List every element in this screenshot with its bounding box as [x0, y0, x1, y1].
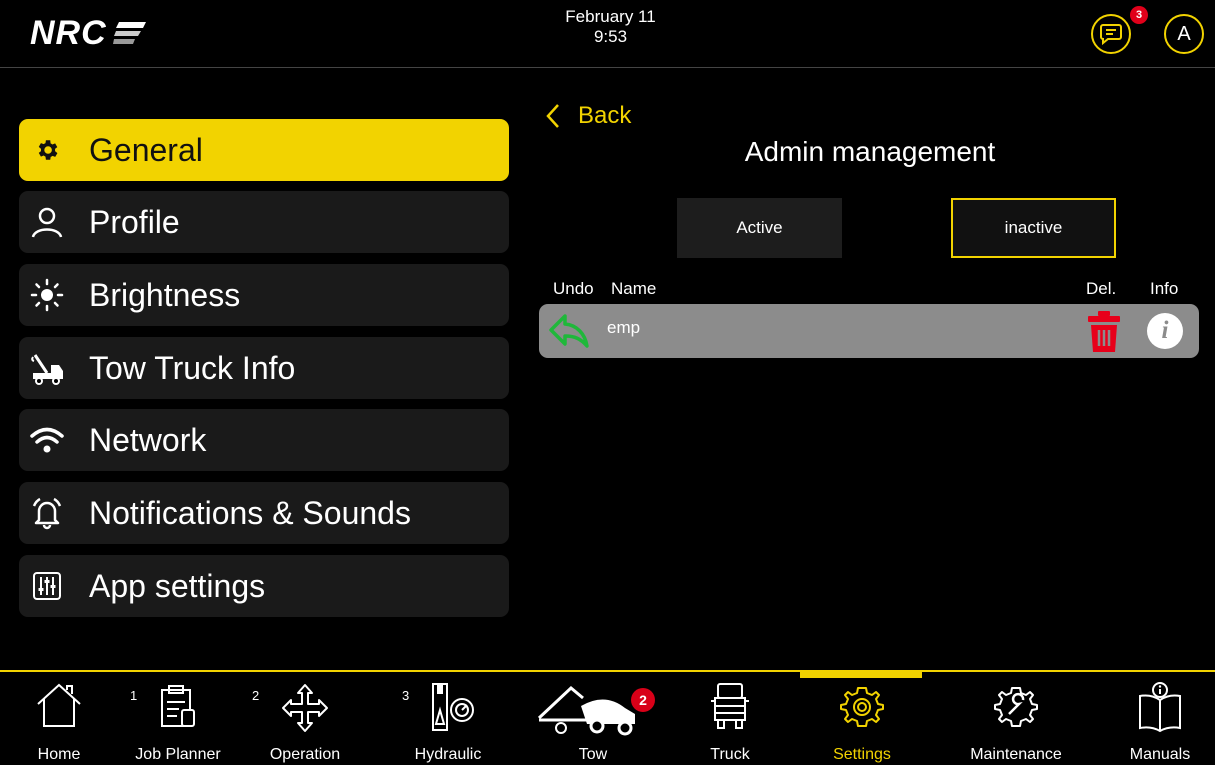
- bell-icon: [17, 496, 77, 530]
- nav-label: Home: [37, 746, 81, 763]
- row-name: emp: [607, 318, 641, 337]
- menu-item-label: Network: [89, 421, 207, 458]
- nav-number: 2: [252, 688, 260, 703]
- menu-item-notifications[interactable]: Notifications & Sounds: [19, 482, 509, 544]
- menu-item-label: Brightness: [89, 276, 241, 313]
- nav-label: Manuals: [1129, 746, 1191, 763]
- nrc-logo: NRC: [30, 16, 147, 50]
- logo-mark-icon: [112, 22, 146, 44]
- hydraulic-gauge-icon: [432, 683, 474, 731]
- nav-manuals[interactable]: Manuals: [1115, 680, 1205, 765]
- menu-item-label: App settings: [89, 567, 266, 604]
- date-label: February 11: [565, 7, 656, 26]
- menu-item-label: Notifications & Sounds: [89, 494, 411, 531]
- nav-maintenance[interactable]: Maintenance: [960, 680, 1072, 765]
- messages-button[interactable]: [1091, 14, 1131, 54]
- back-label: Back: [578, 102, 632, 129]
- nav-label: Hydraulic: [414, 746, 482, 763]
- nav-operation[interactable]: 2 Operation: [250, 680, 360, 765]
- menu-item-label: General: [89, 131, 203, 168]
- chevron-left-icon: [546, 104, 559, 128]
- nav-truck[interactable]: Truck: [695, 680, 765, 765]
- nav-job-planner[interactable]: 1 Job Planner: [128, 680, 228, 765]
- move-arrows-icon: [282, 684, 328, 732]
- top-bar: NRC February 11 9:53 3 A: [0, 0, 1215, 68]
- avatar[interactable]: A: [1164, 14, 1204, 54]
- nav-home[interactable]: Home: [24, 680, 94, 765]
- nav-label: Operation: [269, 746, 341, 763]
- info-icon[interactable]: i: [1147, 313, 1183, 349]
- menu-item-tow-truck-info[interactable]: Tow Truck Info: [19, 337, 509, 399]
- nav-label: Maintenance: [970, 746, 1062, 763]
- tow-truck-icon: [17, 351, 77, 385]
- nav-label: Truck: [710, 746, 750, 763]
- nav-hydraulic[interactable]: 3 Hydraulic: [398, 680, 498, 765]
- nav-settings[interactable]: Settings: [812, 680, 912, 765]
- page-title: Admin management: [744, 136, 996, 167]
- sun-icon: [17, 278, 77, 312]
- home-icon: [37, 683, 81, 727]
- date-time: February 11 9:53: [548, 7, 673, 47]
- tow-icon: [537, 685, 635, 736]
- back-button[interactable]: Back: [546, 102, 631, 130]
- menu-item-brightness[interactable]: Brightness: [19, 264, 509, 326]
- logo-text: NRC: [30, 14, 107, 52]
- undo-arrow-icon[interactable]: [547, 310, 589, 355]
- menu-item-general[interactable]: General: [19, 119, 509, 181]
- person-icon: [17, 205, 77, 239]
- message-count-badge: 3: [1130, 6, 1148, 24]
- settings-gear-icon: [840, 687, 884, 727]
- menu-item-network[interactable]: Network: [19, 409, 509, 471]
- column-header-delete: Del.: [1086, 279, 1117, 298]
- column-header-info: Info: [1150, 279, 1179, 298]
- menu-item-profile[interactable]: Profile: [19, 191, 509, 253]
- column-header-name: Name: [611, 279, 657, 298]
- clipboard-icon: [161, 685, 195, 727]
- time-label: 9:53: [593, 27, 628, 46]
- menu-item-label: Tow Truck Info: [89, 349, 296, 386]
- menu-item-label: Profile: [89, 203, 180, 240]
- nav-label: Settings: [833, 746, 891, 763]
- maintenance-gear-icon: [994, 687, 1038, 727]
- manual-book-icon: [1139, 682, 1181, 733]
- wifi-icon: [17, 425, 77, 455]
- nav-number: 1: [130, 688, 138, 703]
- active-nav-indicator: [800, 672, 922, 678]
- table-row: emp i: [539, 304, 1199, 358]
- trash-icon[interactable]: [1085, 308, 1123, 359]
- tab-inactive[interactable]: inactive: [951, 198, 1116, 258]
- sliders-icon: [17, 571, 77, 601]
- nav-label: Job Planner: [135, 746, 221, 763]
- tab-active[interactable]: Active: [677, 198, 842, 258]
- nav-label: Tow: [578, 746, 608, 763]
- chat-icon: [1100, 24, 1122, 46]
- nav-number: 3: [402, 688, 410, 703]
- nav-tow[interactable]: 2 Tow: [535, 680, 655, 765]
- menu-item-app-settings[interactable]: App settings: [19, 555, 509, 617]
- column-header-undo: Undo: [553, 279, 594, 298]
- gear-icon: [17, 137, 77, 163]
- tow-badge: 2: [631, 688, 655, 712]
- truck-icon: [711, 683, 749, 729]
